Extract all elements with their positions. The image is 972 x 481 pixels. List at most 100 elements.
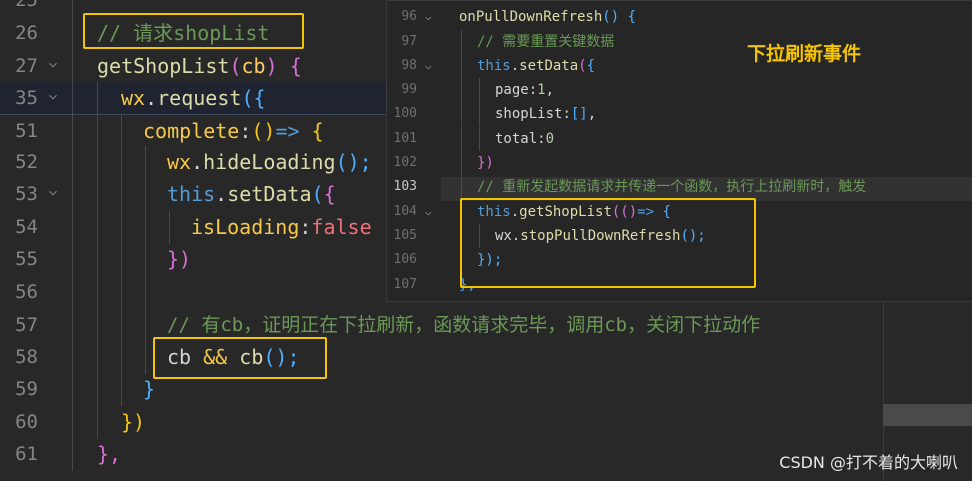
line-number: 26 xyxy=(15,22,38,44)
line-number: 96 xyxy=(401,9,417,24)
indent-guide xyxy=(97,243,98,276)
code-line: 98 ⌵ this.setData({ xyxy=(387,54,972,79)
code-text: }) xyxy=(167,247,192,271)
indent-guide xyxy=(461,54,462,79)
line-number: 52 xyxy=(15,151,38,173)
indent-guide xyxy=(97,276,98,309)
indent-guide xyxy=(72,341,73,374)
scrollbar-thumb[interactable] xyxy=(883,404,972,426)
code-line: 96 ⌵ onPullDownRefresh() { xyxy=(387,5,972,29)
code-line: 104 ⌵ this.getShopList(()=> { xyxy=(387,200,972,225)
code-line: 102 }) xyxy=(387,151,972,176)
code-text: complete:()=> { xyxy=(143,119,324,143)
indent-guide xyxy=(72,115,73,148)
indent-guide xyxy=(461,175,462,200)
fold-chevron-icon[interactable]: ⌵ xyxy=(46,175,60,208)
line-number: 100 xyxy=(393,106,417,121)
indent-guide xyxy=(72,0,73,17)
indent-guide xyxy=(145,178,146,211)
code-text: wx.request({ xyxy=(121,86,266,110)
code-line: 99 page:1, xyxy=(387,78,972,103)
indent-guide xyxy=(145,309,146,342)
indent-guide xyxy=(121,309,122,342)
line-number: 25 xyxy=(15,0,38,11)
code-text: }) xyxy=(477,155,494,171)
fold-chevron-icon[interactable]: ⌵ xyxy=(425,54,437,78)
indent-guide xyxy=(72,276,73,309)
code-line: 101 total:0 xyxy=(387,127,972,152)
code-text: }) xyxy=(121,410,146,434)
fold-chevron-icon[interactable]: ⌵ xyxy=(46,47,60,80)
fold-chevron-icon[interactable]: ⌵ xyxy=(425,200,437,224)
code-line: 107 }, xyxy=(387,273,972,297)
line-number: 59 xyxy=(15,378,38,400)
line-number: 57 xyxy=(15,314,38,336)
indent-guide xyxy=(461,224,462,249)
annotation-label: 下拉刷新事件 xyxy=(747,43,862,65)
code-comment: // 重新发起数据请求并传递一个函数，执行上拉刷新时，触发 xyxy=(477,179,867,195)
indent-guide xyxy=(72,146,73,179)
indent-guide xyxy=(121,178,122,211)
indent-guide xyxy=(97,211,98,244)
code-text: shopList:[], xyxy=(495,106,597,122)
indent-guide xyxy=(97,82,98,115)
line-number: 97 xyxy=(401,34,417,49)
indent-guide xyxy=(72,309,73,342)
indent-guide xyxy=(97,146,98,179)
line-number: 54 xyxy=(15,216,38,238)
indent-guide xyxy=(461,102,462,127)
indent-guide xyxy=(72,406,73,439)
indent-guide xyxy=(72,50,73,83)
line-number: 106 xyxy=(393,252,417,267)
code-text: this.setData({ xyxy=(477,58,596,74)
line-number: 55 xyxy=(15,248,38,270)
indent-guide xyxy=(72,243,73,276)
line-number: 107 xyxy=(393,277,417,292)
code-text: page:1, xyxy=(495,82,555,98)
code-text: wx.hideLoading(); xyxy=(167,150,372,174)
watermark: CSDN @打不着的大喇叭 xyxy=(779,453,958,472)
indent-guide xyxy=(72,178,73,211)
code-line: 59 } xyxy=(0,373,972,406)
line-number: 61 xyxy=(15,443,38,465)
line-number: 35 xyxy=(15,87,38,109)
indent-guide xyxy=(479,78,480,103)
indent-guide xyxy=(461,151,462,176)
indent-guide xyxy=(72,82,73,115)
fold-chevron-icon[interactable]: ⌵ xyxy=(425,5,437,29)
line-number: 27 xyxy=(15,55,38,77)
line-number: 101 xyxy=(393,131,417,146)
code-line: 106 }); xyxy=(387,248,972,273)
indent-guide xyxy=(145,211,146,244)
line-number: 103 xyxy=(393,179,417,194)
line-number: 102 xyxy=(393,155,417,170)
code-editor[interactable]: 25 26 // 请求shopList 27 ⌵ getShopList(cb)… xyxy=(0,0,972,481)
indent-guide xyxy=(72,211,73,244)
indent-guide xyxy=(121,276,122,309)
indent-guide xyxy=(145,146,146,179)
indent-guide xyxy=(145,243,146,276)
fold-chevron-icon[interactable]: ⌵ xyxy=(46,79,60,112)
indent-guide xyxy=(169,211,170,244)
indent-guide xyxy=(121,243,122,276)
code-snippet-overlay: 96 ⌵ onPullDownRefresh() { 97 // 需要重置关键数… xyxy=(386,0,972,302)
indent-guide xyxy=(121,211,122,244)
code-text: }, xyxy=(459,277,476,293)
indent-guide xyxy=(479,224,480,249)
line-number: 98 xyxy=(401,58,417,73)
indent-guide xyxy=(461,200,462,225)
line-number: 104 xyxy=(393,204,417,219)
indent-guide xyxy=(97,373,98,406)
indent-guide xyxy=(97,309,98,342)
indent-guide xyxy=(461,30,462,55)
code-text: } xyxy=(143,377,156,401)
code-line: 57 // 有cb，证明正在下拉刷新，函数请求完毕，调用cb，关闭下拉动作 xyxy=(0,309,972,342)
indent-guide xyxy=(461,127,462,152)
indent-guide xyxy=(72,373,73,406)
code-line: 100 shopList:[], xyxy=(387,102,972,127)
line-number: 53 xyxy=(15,183,38,205)
code-text: this.setData({ xyxy=(167,182,336,206)
code-comment: // 需要重置关键数据 xyxy=(477,34,615,50)
code-text: total:0 xyxy=(495,131,555,147)
code-text: cb && cb(); xyxy=(167,345,300,369)
